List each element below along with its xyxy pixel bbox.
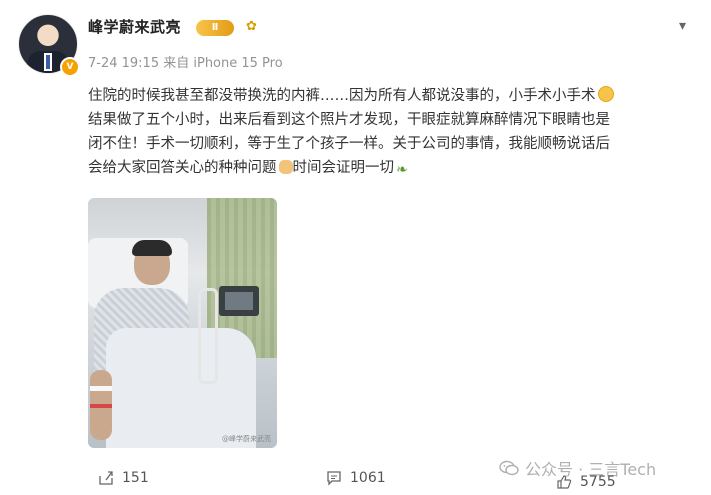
share-count: 151 (122, 470, 149, 486)
wristband-red (90, 404, 112, 408)
post-line-3: 闭不住！手术一切顺利，等于生了个孩子一样。关于公司的事情，我能顺畅说话后 (88, 136, 610, 152)
share-button[interactable]: 151 (98, 470, 149, 486)
post-meta: 7-24 19:15 来自 iPhone 15 Pro (88, 56, 283, 71)
share-icon (99, 471, 113, 485)
leaf-icon: ❧ (396, 162, 408, 178)
photo-watermark: @峰学蔚来武亮 (222, 435, 271, 443)
comment-count: 1061 (350, 470, 386, 486)
post-line-1: 住院的时候我甚至都没带换洗的内裤……因为所有人都说没事的，小手术小手术 (88, 84, 700, 108)
avatar-tie (46, 55, 50, 69)
blanket (106, 328, 256, 448)
like-count: 5755 (580, 474, 616, 490)
monitor (219, 286, 259, 316)
like-icon (557, 475, 572, 489)
comment-icon (327, 471, 341, 486)
strong-arm-icon (278, 160, 293, 174)
post-line-2: 结果做了五个小时，出来后看到这个照片才发现，干眼症就算麻醉情况下眼睛也是 (88, 112, 610, 128)
post-text: 住院的时候我甚至都没带换洗的内裤……因为所有人都说没事的，小手术小手术 结果做了… (88, 84, 700, 182)
patient-hair (132, 240, 172, 256)
chevron-down-icon[interactable]: ▾ (679, 18, 686, 34)
flower-icon: ✿ (246, 19, 257, 34)
bed-rail (198, 288, 218, 384)
level-badge: Ⅱ (196, 20, 234, 36)
author-name[interactable]: 峰学蔚来武亮 (88, 16, 181, 37)
wristband (90, 386, 112, 391)
comment-button[interactable]: 1061 (326, 470, 386, 486)
post-line-4: 会给大家回答关心的种种问题 时间会证明一切 ❧ (88, 156, 700, 182)
like-button[interactable]: 5755 (556, 474, 616, 490)
wechat-icon (499, 460, 519, 476)
screaming-face-icon (597, 86, 614, 102)
post-photo[interactable]: @峰学蔚来武亮 (88, 198, 277, 448)
verified-badge-icon: V (60, 57, 80, 77)
